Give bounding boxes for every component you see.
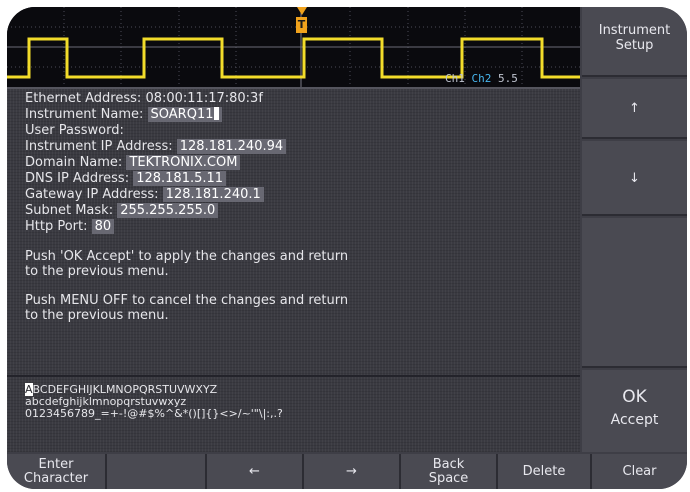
ethernet-address-value: 08:00:11:17:80:3f — [145, 91, 263, 106]
instrument-ip-row: Instrument IP Address: 128.181.240.94 — [25, 139, 565, 155]
dns-ip-row: DNS IP Address: 128.181.5.11 — [25, 171, 565, 187]
ok-accept-button[interactable]: OK Accept — [582, 370, 687, 452]
symbols-row[interactable]: 0123456789_=+-!@#$%^&*()[]{}<>/~'"\|:,.? — [25, 408, 283, 420]
instrument-setup-line-2: Setup — [615, 38, 654, 53]
ok-label: OK — [622, 387, 647, 407]
clear-label: Clear — [622, 463, 657, 479]
dns-ip-field[interactable]: 128.181.5.11 — [133, 171, 227, 186]
channel-1-label: Ch1 — [445, 72, 465, 85]
ethernet-address-row: Ethernet Address: 08:00:11:17:80:3f — [25, 91, 565, 107]
side-menu: Instrument Setup ↑ ↓ OK Accept — [582, 7, 687, 452]
network-settings-panel: Ethernet Address: 08:00:11:17:80:3f Inst… — [25, 91, 565, 323]
clear-button[interactable]: Clear — [592, 454, 687, 489]
instrument-name-row: Instrument Name: SOARQ11 — [25, 107, 565, 123]
cancel-instructions-line-1: Push MENU OFF to cancel the changes and … — [25, 293, 349, 308]
back-space-line-1: Back — [432, 456, 465, 472]
text-cursor — [213, 107, 219, 120]
display-screen: T Ch1 Ch2 5.5 Ethernet Address: 08:00:11… — [7, 7, 580, 452]
instrument-ip-field[interactable]: 128.181.240.94 — [176, 139, 287, 154]
domain-name-field[interactable]: TEKTRONIX.COM — [126, 155, 241, 170]
http-port-row: Http Port: 80 — [25, 219, 565, 235]
instrument-name-value: SOARQ11 — [150, 107, 214, 122]
gateway-ip-field[interactable]: 128.181.240.1 — [162, 187, 264, 202]
cancel-instructions-line-2: to the previous menu. — [25, 308, 169, 323]
instrument-setup-button[interactable]: Instrument Setup — [582, 7, 687, 77]
oscilloscope-bezel: T Ch1 Ch2 5.5 Ethernet Address: 08:00:11… — [7, 7, 687, 489]
instrument-name-label: Instrument Name: — [25, 107, 144, 122]
enter-character-line-2: Character — [23, 470, 89, 486]
character-selector[interactable]: ABCDEFGHIJKLMNOPQRSTUVWXYZ abcdefghijklm… — [25, 383, 283, 420]
enter-character-line-1: Enter — [38, 456, 74, 472]
accept-instructions-line-2: to the previous menu. — [25, 264, 169, 279]
http-port-label: Http Port: — [25, 219, 88, 234]
up-arrow-icon: ↑ — [629, 101, 640, 116]
domain-name-label: Domain Name: — [25, 155, 123, 170]
scroll-up-button[interactable]: ↑ — [582, 79, 687, 139]
delete-button[interactable]: Delete — [498, 454, 592, 489]
back-space-button[interactable]: Back Space — [401, 454, 498, 489]
gateway-ip-row: Gateway IP Address: 128.181.240.1 — [25, 187, 565, 203]
http-port-field[interactable]: 80 — [91, 219, 115, 234]
down-arrow-icon: ↓ — [629, 171, 640, 186]
accept-instructions: Push 'OK Accept' to apply the changes an… — [25, 249, 485, 279]
dns-ip-label: DNS IP Address: — [25, 171, 130, 186]
left-arrow-icon: ← — [249, 463, 260, 479]
instrument-ip-label: Instrument IP Address: — [25, 139, 173, 154]
trigger-arrow-icon — [297, 7, 307, 15]
cancel-instructions: Push MENU OFF to cancel the changes and … — [25, 293, 485, 323]
cursor-left-button[interactable]: ← — [207, 454, 304, 489]
enter-character-button[interactable]: Enter Character — [7, 454, 107, 489]
ethernet-address-label: Ethernet Address: — [25, 91, 142, 106]
back-space-line-2: Space — [428, 470, 469, 486]
subnet-mask-field[interactable]: 255.255.255.0 — [117, 203, 219, 218]
channel-readout: Ch1 Ch2 5.5 — [445, 72, 518, 85]
waveform-area: T Ch1 Ch2 5.5 — [7, 7, 580, 89]
accept-instructions-line-1: Push 'OK Accept' to apply the changes an… — [25, 249, 349, 264]
scroll-down-button[interactable]: ↓ — [582, 141, 687, 216]
trigger-position-marker: T — [296, 7, 308, 35]
channel-scale-label: 5.5 — [498, 72, 518, 85]
domain-name-row: Domain Name: TEKTRONIX.COM — [25, 155, 565, 171]
delete-label: Delete — [522, 463, 566, 479]
trigger-label: T — [296, 17, 307, 33]
bottom-menu: Enter Character ← → Back Space Delete Cl… — [7, 454, 687, 489]
instrument-name-field[interactable]: SOARQ11 — [147, 107, 222, 122]
gateway-ip-label: Gateway IP Address: — [25, 187, 159, 202]
empty-bottom-button[interactable] — [107, 454, 207, 489]
right-arrow-icon: → — [346, 463, 357, 479]
subnet-mask-row: Subnet Mask: 255.255.255.0 — [25, 203, 565, 219]
user-password-label: User Password: — [25, 123, 124, 138]
channel-2-label: Ch2 — [471, 72, 492, 85]
cursor-right-button[interactable]: → — [304, 454, 401, 489]
user-password-row: User Password: — [25, 123, 565, 139]
accept-label: Accept — [610, 412, 659, 428]
panel-divider — [7, 375, 580, 377]
instrument-setup-line-1: Instrument — [598, 23, 671, 38]
subnet-mask-label: Subnet Mask: — [25, 203, 114, 218]
empty-side-button[interactable] — [582, 218, 687, 368]
